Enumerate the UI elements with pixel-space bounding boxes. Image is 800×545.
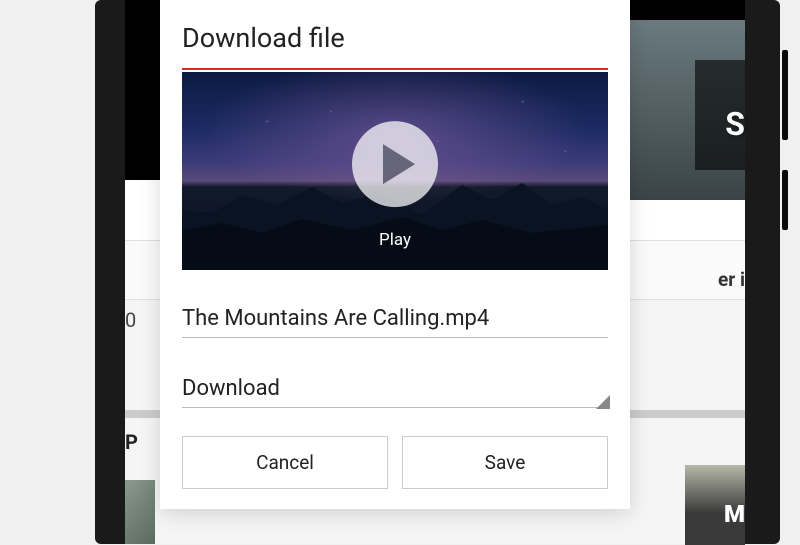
- bg-right-letter-top: S: [725, 105, 745, 143]
- play-label: Play: [182, 230, 608, 250]
- bg-right-panel: S er i M: [630, 0, 745, 544]
- bg-count-text: 0: [125, 308, 136, 332]
- phone-side-button-2: [782, 170, 788, 230]
- download-dialog: Download file Play The Mountains Are Cal…: [160, 0, 630, 509]
- filename-input[interactable]: The Mountains Are Calling.mp4: [182, 302, 608, 338]
- download-location-select[interactable]: Download: [182, 372, 608, 408]
- phone-bezel-right: [745, 0, 780, 544]
- phone-side-button: [782, 50, 788, 140]
- save-button[interactable]: Save: [402, 436, 608, 489]
- video-preview[interactable]: Play: [182, 72, 608, 270]
- dialog-accent-divider: [182, 68, 608, 70]
- bg-right-text: er i: [718, 268, 745, 291]
- bg-section-heading: P: [125, 430, 138, 454]
- cancel-button[interactable]: Cancel: [182, 436, 388, 489]
- play-icon: [383, 144, 415, 184]
- dialog-title: Download file: [182, 22, 608, 54]
- dropdown-corner-icon: [596, 395, 610, 409]
- dialog-button-row: Cancel Save: [182, 436, 608, 489]
- bg-right-letter-bottom: M: [724, 500, 745, 528]
- phone-bezel-left: [95, 0, 125, 544]
- bg-thumbnail-left: [125, 480, 155, 544]
- download-location-value: Download: [182, 376, 280, 401]
- play-button[interactable]: [352, 121, 438, 207]
